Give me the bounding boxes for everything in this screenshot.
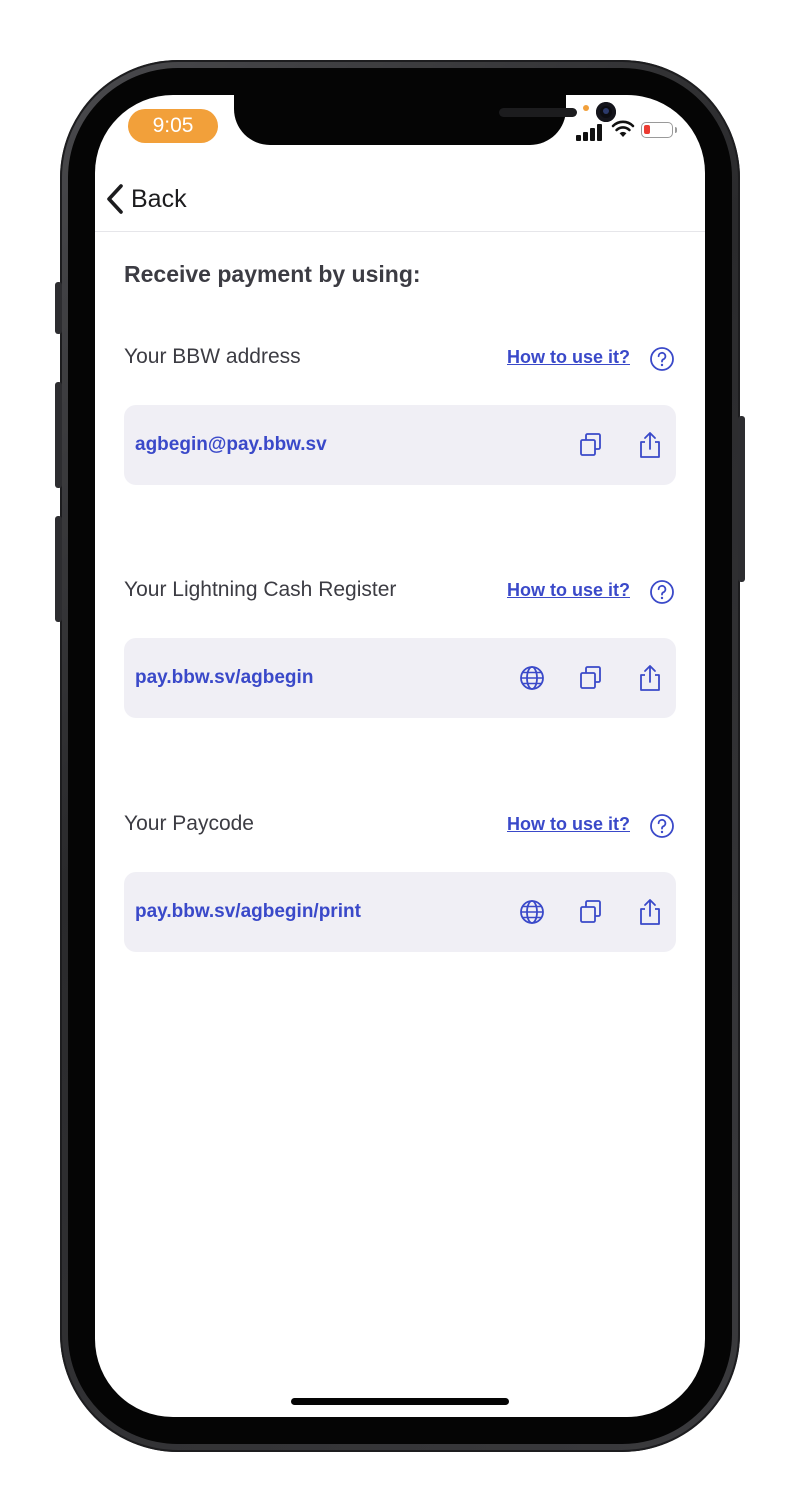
cash-register-how-to-link[interactable]: How to use it?	[507, 580, 630, 601]
share-icon[interactable]	[637, 431, 663, 459]
copy-icon[interactable]	[578, 664, 604, 692]
bbw-address-card: agbegin@pay.bbw.sv	[124, 405, 676, 485]
home-indicator[interactable]	[291, 1398, 509, 1405]
help-circle-icon[interactable]	[649, 346, 675, 372]
chevron-left-icon	[107, 184, 123, 214]
bbw-address-label: Your BBW address	[124, 345, 301, 368]
back-label: Back	[131, 184, 187, 213]
navigation-bar: Back	[95, 165, 705, 232]
notch	[234, 95, 616, 145]
globe-icon[interactable]	[518, 664, 546, 692]
speaker-grille	[499, 108, 577, 117]
paycode-value[interactable]: pay.bbw.sv/agbegin/print	[135, 872, 361, 952]
cash-register-label: Your Lightning Cash Register	[124, 578, 397, 601]
battery-level	[644, 125, 650, 134]
globe-icon[interactable]	[518, 898, 546, 926]
back-button[interactable]: Back	[105, 179, 187, 219]
share-icon[interactable]	[637, 664, 663, 692]
cash-register-card: pay.bbw.sv/agbegin	[124, 638, 676, 718]
page-title: Receive payment by using:	[124, 261, 421, 287]
volume-up-button	[55, 382, 62, 488]
bbw-address-value[interactable]: agbegin@pay.bbw.sv	[135, 405, 327, 485]
copy-icon[interactable]	[578, 431, 604, 459]
paycode-how-to-link[interactable]: How to use it?	[507, 814, 630, 835]
battery-icon	[641, 122, 677, 138]
status-time: 9:05	[128, 109, 218, 143]
silent-switch	[55, 282, 62, 334]
help-circle-icon[interactable]	[649, 813, 675, 839]
copy-icon[interactable]	[578, 898, 604, 926]
cash-register-value[interactable]: pay.bbw.sv/agbegin	[135, 638, 313, 718]
paycode-label: Your Paycode	[124, 812, 254, 835]
app-screen: 9:05 Back Receive payment by using: Your…	[95, 95, 705, 1417]
cellular-signal-icon	[576, 121, 606, 141]
privacy-indicator-dot	[583, 105, 589, 111]
volume-down-button	[55, 516, 62, 622]
bbw-address-how-to-link[interactable]: How to use it?	[507, 347, 630, 368]
share-icon[interactable]	[637, 898, 663, 926]
help-circle-icon[interactable]	[649, 579, 675, 605]
power-button	[738, 416, 745, 582]
wifi-icon	[611, 120, 635, 137]
paycode-card: pay.bbw.sv/agbegin/print	[124, 872, 676, 952]
